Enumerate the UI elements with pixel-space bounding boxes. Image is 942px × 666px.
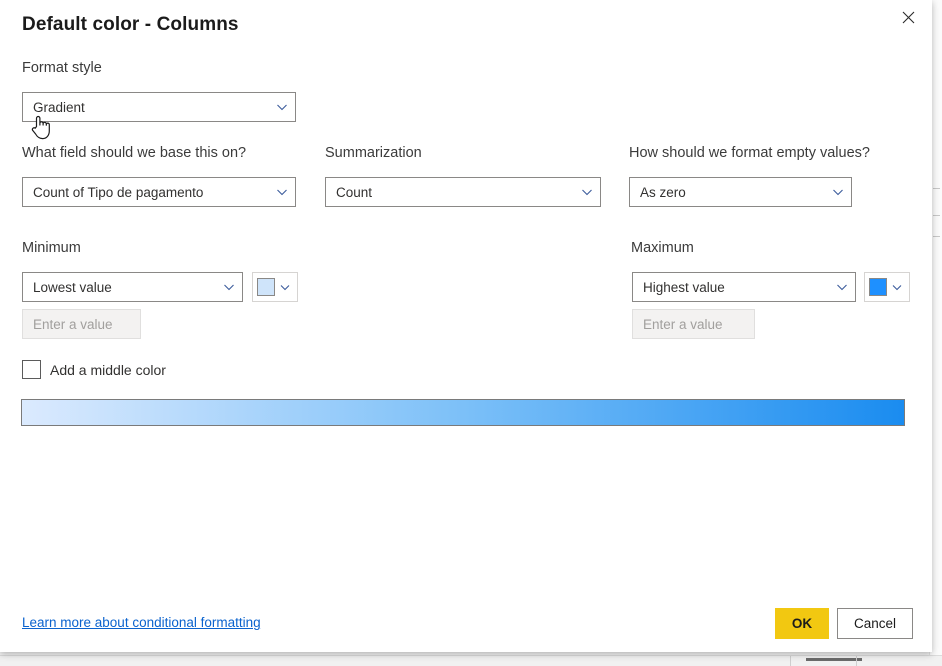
base-field-value: Count of Tipo de pagamento — [33, 184, 204, 200]
format-style-value: Gradient — [33, 99, 85, 115]
chevron-down-icon — [277, 104, 287, 111]
close-icon-glyph — [902, 11, 914, 23]
maximum-value: Highest value — [643, 279, 725, 295]
format-style-label: Format style — [22, 60, 102, 76]
empty-values-label: How should we format empty values? — [629, 145, 870, 161]
gradient-preview-bar — [21, 399, 905, 426]
cancel-button[interactable]: Cancel — [837, 608, 913, 639]
maximum-color-swatch — [869, 278, 887, 296]
conditional-formatting-dialog: Default color - Columns Format style Gra… — [0, 0, 932, 652]
add-middle-color-label: Add a middle color — [50, 361, 166, 378]
add-middle-color-row[interactable]: Add a middle color — [22, 360, 166, 379]
ok-button[interactable]: OK — [775, 608, 829, 639]
minimum-value-input-placeholder: Enter a value — [33, 316, 113, 332]
background-right-divider — [933, 236, 940, 237]
summarization-value: Count — [336, 184, 373, 200]
learn-more-link[interactable]: Learn more about conditional formatting — [22, 615, 261, 630]
background-status-separator-left — [790, 656, 791, 666]
background-status-separator-right — [856, 656, 857, 666]
chevron-down-icon — [582, 189, 592, 196]
minimum-label: Minimum — [22, 240, 81, 256]
chevron-down-icon — [892, 285, 902, 291]
minimum-color-picker[interactable] — [252, 272, 298, 302]
chevron-down-icon — [833, 189, 843, 196]
summarization-label: Summarization — [325, 145, 422, 161]
maximum-color-picker[interactable] — [864, 272, 910, 302]
minimum-value-input[interactable]: Enter a value — [22, 309, 141, 339]
empty-values-value: As zero — [640, 184, 686, 200]
chevron-down-icon — [280, 285, 290, 291]
base-field-dropdown[interactable]: Count of Tipo de pagamento — [22, 177, 296, 207]
format-style-dropdown[interactable]: Gradient — [22, 92, 296, 122]
maximum-label: Maximum — [631, 240, 694, 256]
minimum-color-swatch — [257, 278, 275, 296]
background-status-tab — [806, 658, 862, 661]
chevron-down-icon — [277, 189, 287, 196]
base-field-label: What field should we base this on? — [22, 145, 247, 161]
maximum-dropdown[interactable]: Highest value — [632, 272, 856, 302]
minimum-dropdown[interactable]: Lowest value — [22, 272, 243, 302]
empty-values-dropdown[interactable]: As zero — [629, 177, 852, 207]
summarization-dropdown[interactable]: Count — [325, 177, 601, 207]
maximum-value-input[interactable]: Enter a value — [632, 309, 755, 339]
background-status-bar — [0, 655, 942, 666]
add-middle-color-checkbox[interactable] — [22, 360, 41, 379]
background-right-marks — [933, 188, 940, 216]
dialog-title: Default color - Columns — [22, 14, 239, 35]
chevron-down-icon — [224, 284, 234, 291]
close-icon[interactable] — [890, 2, 926, 32]
chevron-down-icon — [837, 284, 847, 291]
maximum-value-input-placeholder: Enter a value — [643, 316, 723, 332]
minimum-value: Lowest value — [33, 279, 112, 295]
